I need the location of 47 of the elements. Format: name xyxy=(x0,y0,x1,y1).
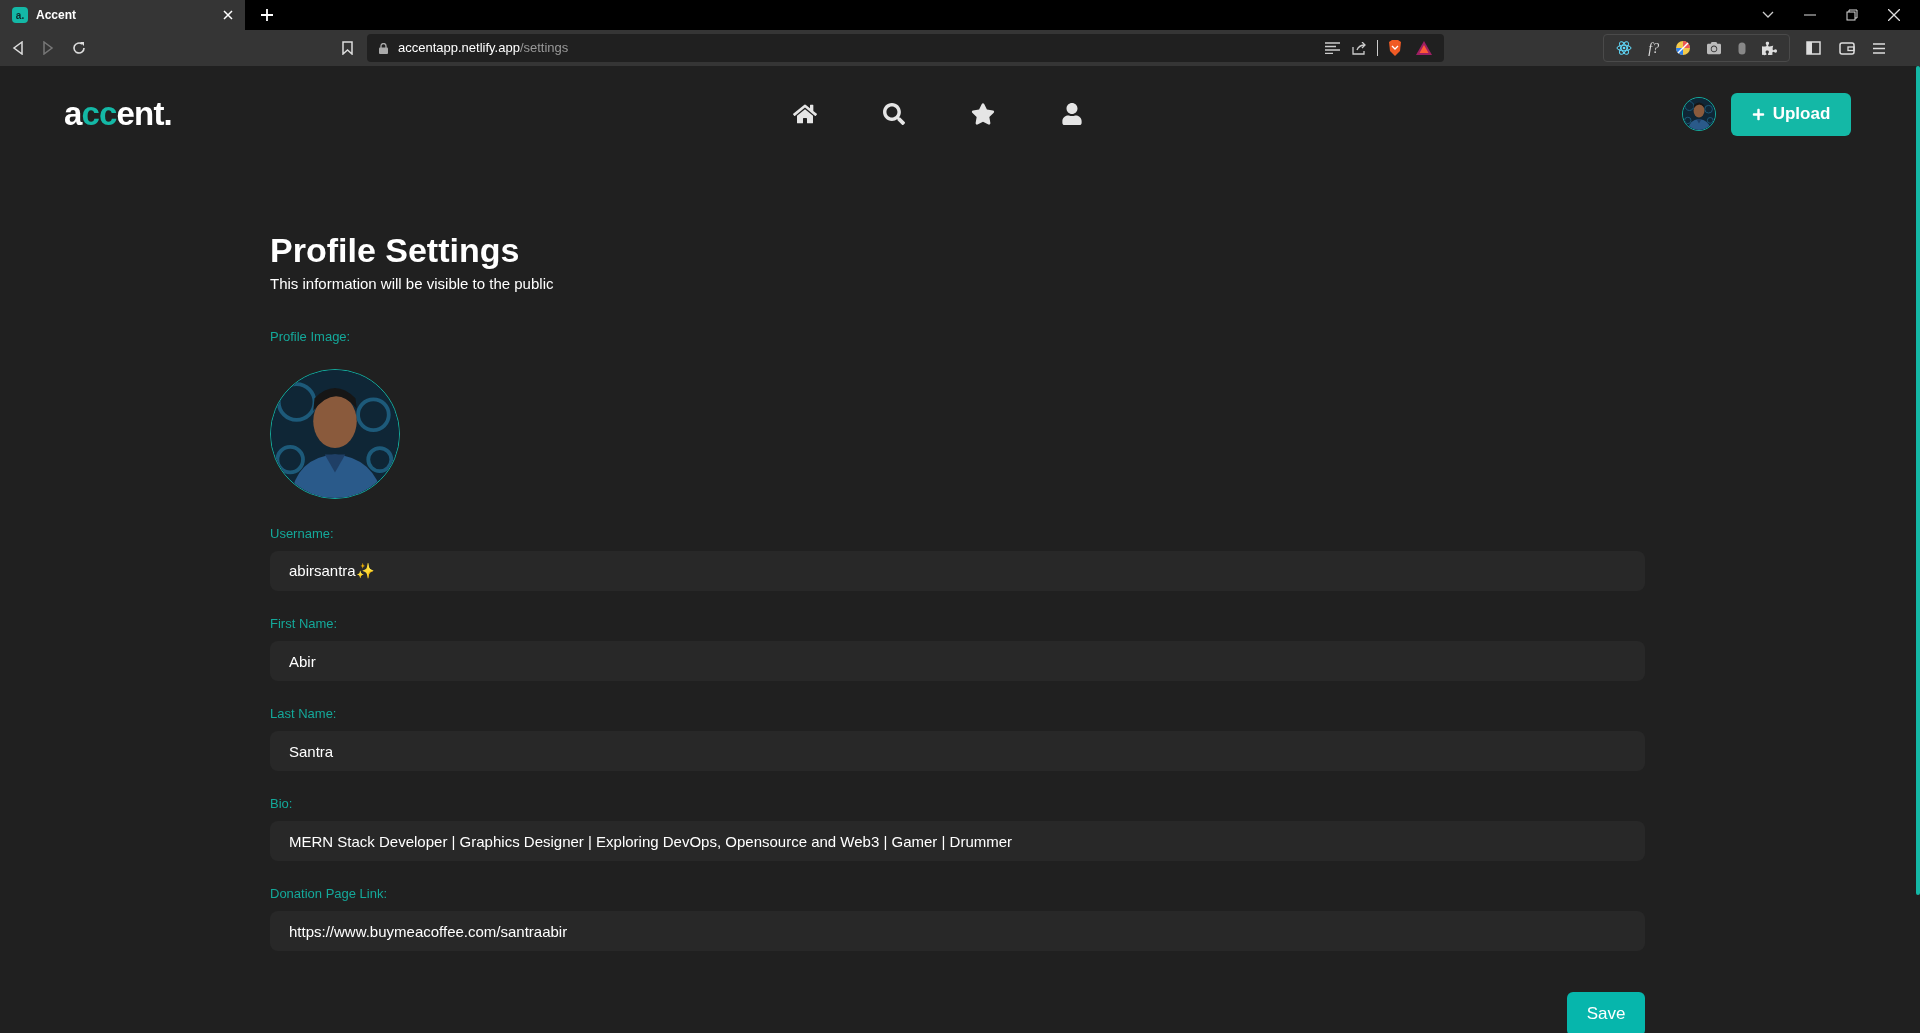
field-label: First Name: xyxy=(270,615,339,633)
tab-title: Accent xyxy=(36,7,77,24)
favicon: a. xyxy=(12,7,28,23)
chevron-down-icon[interactable] xyxy=(1762,11,1774,19)
lion-shield-icon[interactable] xyxy=(1388,40,1402,56)
page-title: Profile Settings xyxy=(270,230,521,270)
new-tab-icon[interactable] xyxy=(261,9,273,21)
palette-icon[interactable] xyxy=(1675,40,1692,56)
text-field[interactable]: abirsantra✨ xyxy=(270,551,1645,591)
scrollbar[interactable] xyxy=(1916,66,1920,895)
text-field[interactable]: MERN Stack Developer | Graphics Designer | Exploring DevOps, Opensource and Web3 | Gamer | Drummer xyxy=(270,821,1645,861)
logo[interactable]: accent. xyxy=(64,89,764,139)
text-field[interactable]: https://www.buymeacoffee.com/santraabir xyxy=(270,911,1645,951)
field-label: Bio: xyxy=(270,795,294,813)
mouse-icon[interactable] xyxy=(1737,41,1746,55)
atom-icon[interactable] xyxy=(1616,40,1633,56)
share-icon[interactable] xyxy=(1352,41,1367,55)
field-label: Last Name: xyxy=(270,705,338,723)
extensions-icon[interactable] xyxy=(1761,40,1777,56)
star-icon[interactable] xyxy=(971,102,995,126)
reload-icon[interactable] xyxy=(72,41,86,55)
restore-icon[interactable] xyxy=(1846,9,1858,21)
text-field[interactable]: Santra xyxy=(270,731,1645,771)
search-icon[interactable] xyxy=(883,103,905,125)
url-text: accentapp.netlify.app/settings xyxy=(398,39,570,58)
back-icon[interactable] xyxy=(12,41,24,55)
wallet-icon[interactable] xyxy=(1839,41,1855,55)
bookmark-icon[interactable] xyxy=(342,41,353,55)
address-bar[interactable]: accentapp.netlify.app/settings xyxy=(367,34,1444,62)
menu-icon[interactable] xyxy=(1873,42,1885,54)
plus-icon xyxy=(1751,107,1765,121)
text-field[interactable]: Abir xyxy=(270,641,1645,681)
page-subtitle: This information will be visible to the public xyxy=(270,275,555,293)
font-extension-icon[interactable]: f? xyxy=(1648,37,1660,59)
field-label: Donation Page Link: xyxy=(270,885,389,903)
reader-icon[interactable] xyxy=(1325,42,1340,54)
forward-icon[interactable] xyxy=(42,41,54,55)
user-icon[interactable] xyxy=(1061,103,1083,125)
camera-icon[interactable] xyxy=(1707,41,1722,55)
browser-tab[interactable]: a. Accent xyxy=(0,0,245,30)
lock-icon xyxy=(379,42,388,54)
field-label: Username: xyxy=(270,525,335,543)
close-icon[interactable] xyxy=(1888,9,1900,21)
triangle-icon[interactable] xyxy=(1416,41,1432,55)
sidebar-icon[interactable] xyxy=(1806,41,1821,55)
home-icon[interactable] xyxy=(793,102,817,126)
field-label: Profile Image: xyxy=(270,329,352,345)
